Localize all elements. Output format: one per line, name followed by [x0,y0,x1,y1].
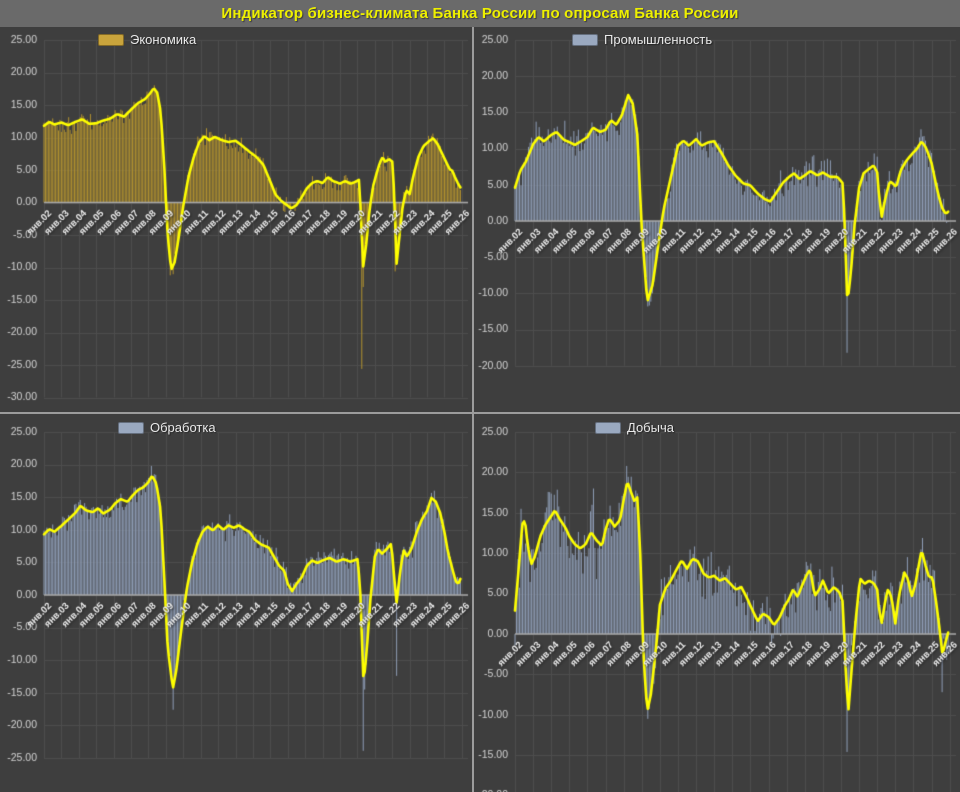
panel-divider-vertical [472,27,474,792]
manufacturing-legend-label: Обработка [150,420,216,435]
chart-panel-economy: Экономика [0,27,472,413]
industry-legend-swatch [572,34,598,46]
economy-chart-canvas [0,27,472,413]
chart-panel-mining: Добыча [474,415,960,792]
panel-divider-horizontal [0,412,960,414]
manufacturing-legend: Обработка [118,420,216,435]
dashboard: Индикатор бизнес-климата Банка России по… [0,0,960,792]
economy-legend-label: Экономика [130,32,196,47]
chart-panel-industry: Промышленность [474,27,960,413]
page-title: Индикатор бизнес-климата Банка России по… [221,5,738,22]
mining-chart-canvas [474,415,960,792]
mining-legend: Добыча [595,420,674,435]
manufacturing-chart-canvas [0,415,472,792]
industry-chart-canvas [474,27,960,413]
economy-legend: Экономика [98,32,196,47]
mining-legend-label: Добыча [627,420,674,435]
title-bar: Индикатор бизнес-климата Банка России по… [0,0,960,28]
industry-legend: Промышленность [572,32,712,47]
chart-panel-manufacturing: Обработка [0,415,472,792]
mining-legend-swatch [595,422,621,434]
industry-legend-label: Промышленность [604,32,712,47]
economy-legend-swatch [98,34,124,46]
manufacturing-legend-swatch [118,422,144,434]
